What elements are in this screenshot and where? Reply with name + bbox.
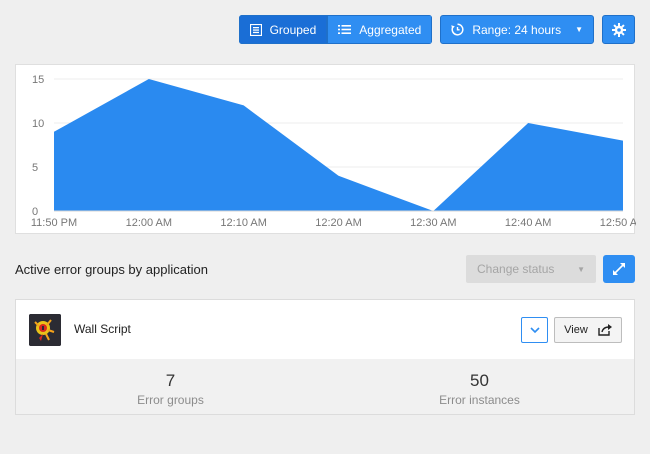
external-link-icon xyxy=(598,324,612,336)
x-tick-label: 12:10 AM xyxy=(220,217,266,229)
x-tick-label: 12:50 AM xyxy=(600,217,636,229)
app-name[interactable]: Wall Script xyxy=(74,322,131,336)
x-tick-label: 12:40 AM xyxy=(505,217,551,229)
error-instances-value: 50 xyxy=(470,371,489,390)
app-logo-icon xyxy=(29,314,61,346)
x-tick-label: 11:50 PM xyxy=(31,217,77,229)
error-instances-label: Error instances xyxy=(439,393,520,407)
view-button[interactable]: View xyxy=(554,317,622,343)
section-title: Active error groups by application xyxy=(15,262,208,277)
aggregated-button[interactable]: Aggregated xyxy=(327,15,433,44)
caret-down-icon: ▼ xyxy=(577,264,585,274)
settings-button[interactable] xyxy=(602,15,635,44)
x-tick-label: 12:30 AM xyxy=(410,217,456,229)
range-dropdown[interactable]: Range: 24 hours ▼ xyxy=(440,15,594,44)
chevron-down-icon xyxy=(529,326,540,333)
error-groups-stat: 7 Error groups xyxy=(16,359,325,414)
y-tick-label: 15 xyxy=(32,74,44,86)
view-label: View xyxy=(564,324,588,336)
caret-down-icon: ▼ xyxy=(575,25,583,34)
app-card: Wall Script View 7 Error groups 50 Error… xyxy=(15,299,635,415)
list-icon xyxy=(338,25,352,34)
expand-button[interactable] xyxy=(603,255,635,283)
change-status-dropdown[interactable]: Change status ▼ xyxy=(466,255,596,283)
series-area xyxy=(54,79,623,211)
error-groups-label: Error groups xyxy=(137,393,204,407)
error-groups-value: 7 xyxy=(165,371,176,390)
y-tick-label: 5 xyxy=(32,162,38,174)
view-mode-toggle: Grouped Aggregated xyxy=(238,15,433,44)
collapse-toggle-button[interactable] xyxy=(521,317,548,343)
grouped-icon xyxy=(249,23,262,36)
change-status-label: Change status xyxy=(477,262,555,276)
toolbar: Grouped Aggregated Range: 24 hours ▼ xyxy=(238,15,635,44)
gear-icon xyxy=(611,22,626,37)
expand-icon xyxy=(613,263,625,275)
x-tick-label: 12:20 AM xyxy=(315,217,361,229)
app-avatar xyxy=(29,314,61,346)
error-instances-stat: 50 Error instances xyxy=(325,359,634,414)
grouped-label: Grouped xyxy=(269,22,317,37)
grouped-button[interactable]: Grouped xyxy=(238,15,328,44)
refresh-clock-icon xyxy=(451,23,464,36)
aggregated-label: Aggregated xyxy=(359,22,422,37)
error-chart-svg: 05101511:50 PM 12:00 AM 12:10 AM 12:20 AM 12… xyxy=(31,74,636,229)
app-card-header: Wall Script View xyxy=(16,300,634,359)
range-label: Range: 24 hours xyxy=(472,22,562,37)
x-tick-label: 12:00 AM xyxy=(126,217,172,229)
error-chart: 0 5 10 15 11:50 PM 12:00 AM 12:10 AM 12:20 AM 12… xyxy=(15,64,636,234)
app-stats: 7 Error groups 50 Error instances xyxy=(16,359,634,414)
y-tick-label: 10 xyxy=(32,118,44,130)
